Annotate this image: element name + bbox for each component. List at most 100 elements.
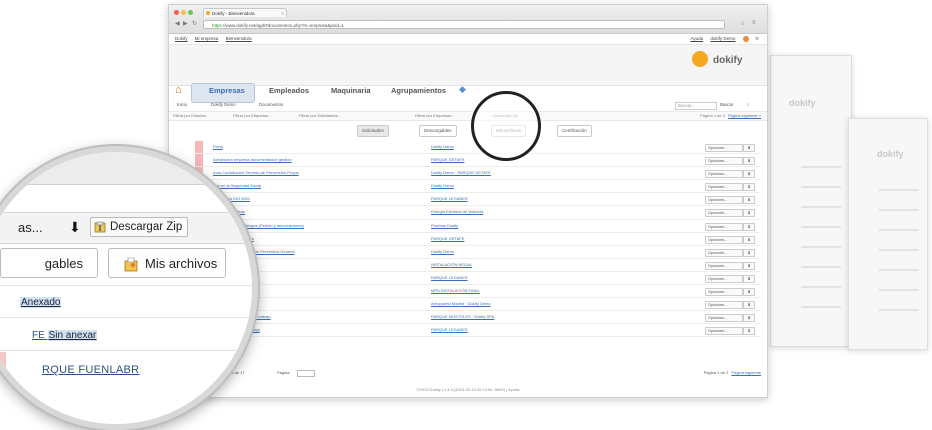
tab-descargables[interactable]: Descargables [419, 125, 457, 137]
row-download-icon[interactable]: ⬇ [743, 261, 755, 270]
options-button[interactable]: Opciones... [705, 144, 743, 152]
settings-gear-icon[interactable]: ⚙ [755, 36, 759, 41]
organization-link[interactable]: Dokify Demo [431, 246, 454, 258]
address-bar[interactable]: https://www.dokify.net/agd/#documentos.p… [203, 20, 725, 29]
search-input[interactable]: Buscar... [675, 102, 717, 110]
filter-etiquetas[interactable]: Filtrar por Etiquetas... [233, 112, 271, 120]
organization-link[interactable]: PARQUE LEGANES [431, 193, 468, 205]
row-download-icon[interactable]: ⬇ [743, 235, 755, 244]
download-zip-button[interactable]: Descargar Zip [90, 217, 189, 237]
organization-link[interactable]: Aeropuerto Madrid · Dokify Demo [431, 298, 491, 310]
organization-link[interactable]: PARQUE LEGANES [431, 324, 468, 336]
options-button[interactable]: Opciones... [705, 274, 743, 283]
options-button[interactable]: Opciones... [705, 327, 743, 336]
row-download-icon[interactable]: ⬇ [743, 209, 755, 218]
magnifier-lens: as... ⬇ Descargar Zip gables Mis archivo… [0, 146, 258, 430]
user-link[interactable]: dokify Demo [710, 36, 735, 41]
next-page-link[interactable]: Página siguiente » [728, 113, 761, 118]
maximize-window-button[interactable] [188, 10, 193, 15]
menu-icon[interactable]: ≡ [752, 20, 756, 26]
organization-link[interactable]: Dokify Demo · PARQUE GETAFE [431, 167, 491, 179]
table-row: Formación TC2INSTALACIÓN NEGALOpciones..… [195, 258, 761, 272]
organization-link[interactable]: INSTALACIÓN NEGAL [431, 259, 472, 271]
tab-certificacion[interactable]: Certificación [557, 125, 592, 137]
close-window-button[interactable] [174, 10, 179, 15]
organization-link[interactable]: Dokify Demo [431, 141, 454, 153]
breadcrumb-documentos[interactable]: Documentos [259, 101, 283, 109]
options-button[interactable]: Opciones... [705, 288, 743, 297]
filter-estados[interactable]: Filtrar por Estados... [173, 112, 209, 120]
row-download-icon[interactable]: ⬇ [743, 314, 755, 323]
breadcrumb-inicio[interactable]: Inicio [177, 101, 187, 109]
next-page-bottom-link[interactable]: Página siguiente [731, 370, 761, 375]
row-download-icon[interactable]: ⬇ [743, 301, 755, 310]
organization-link[interactable]: PARQUE MOSTOLES · Dokify SPA [431, 311, 494, 323]
organization-link[interactable]: MPD INSTALACIÓN FINAL [431, 285, 480, 297]
pagination-bottom: Página 1 de 2 Página siguiente [704, 369, 761, 377]
options-button[interactable]: Opciones... [705, 209, 743, 218]
mis-archivos-label: Mis archivos [145, 256, 218, 271]
close-tab-icon[interactable]: × [281, 9, 284, 18]
topbar-link-dokify[interactable]: Dokify [175, 36, 188, 41]
tab-solicitudes[interactable]: Solicitudes [357, 125, 389, 137]
row-download-icon[interactable]: ⬇ [743, 274, 755, 283]
back-icon[interactable]: ◀ [175, 20, 180, 27]
minimize-window-button[interactable] [181, 10, 186, 15]
breadcrumb-dokify-demo[interactable]: Dokify Demo [211, 101, 236, 109]
nav-maquinaria[interactable]: Maquinaria [331, 86, 371, 95]
topbar-link-bienvenido[interactable]: Bienvenido/a [226, 36, 252, 41]
page-input[interactable] [297, 370, 315, 377]
reload-icon[interactable]: ↻ [192, 20, 197, 27]
row-download-icon[interactable]: ⬇ [743, 288, 755, 297]
options-button[interactable]: Opciones... [705, 170, 743, 179]
row2-prefix[interactable]: FE [32, 330, 45, 341]
row-download-icon[interactable]: ⬇ [743, 248, 755, 257]
row-download-icon[interactable]: ⬇ [743, 157, 755, 166]
options-button[interactable]: Opciones... [705, 235, 743, 244]
table-row: Alta en la Seguridad Social Dokify Demo Op… [195, 180, 761, 194]
row-download-icon[interactable]: ⬇ [743, 183, 755, 192]
nav-agrupamientos[interactable]: Agrupamientos [391, 86, 446, 95]
options-button[interactable]: Opciones... [705, 183, 743, 192]
breadcrumb-bar: Inicio Dokify Demo Documentos Buscar... … [169, 101, 767, 110]
row-download-icon[interactable]: ⬇ [743, 144, 755, 152]
status-sin-anexar[interactable]: Sin anexar [47, 330, 98, 341]
magnified-tab-descargables[interactable]: gables [0, 248, 98, 278]
row-download-icon[interactable]: ⬇ [743, 327, 755, 336]
options-button[interactable]: Opciones... [705, 314, 743, 323]
bookmark-star-icon[interactable]: ☆ [740, 20, 745, 27]
filter-empresas[interactable]: Filtrar por Empresas... [415, 112, 455, 120]
home-icon[interactable]: ⌂ [175, 84, 182, 96]
row-download-icon[interactable]: ⬇ [743, 170, 755, 179]
options-button[interactable]: Opciones... [705, 248, 743, 257]
status-anexado[interactable]: Anexado [20, 297, 62, 308]
forward-icon[interactable]: ▶ [183, 20, 188, 27]
filter-solicitantes[interactable]: Filtrar por Solicitantes... [299, 112, 341, 120]
organization-link[interactable]: PARQUE LEGANES [431, 272, 468, 284]
table-row: Aceptación empresa documentación gestión… [195, 154, 761, 168]
topbar-link-mi-empresa[interactable]: Mi empresa [195, 36, 219, 41]
organization-link[interactable]: Pruebas Dokify [431, 220, 458, 232]
search-button[interactable]: Buscar [720, 101, 733, 109]
options-button[interactable]: Opciones... [705, 301, 743, 310]
browser-tab[interactable]: Dokify - Bienvenido/a × [203, 8, 287, 17]
zoom-focus-circle [471, 91, 541, 161]
notification-icon[interactable] [742, 35, 749, 42]
search-icon[interactable]: ⌕ [747, 101, 749, 109]
help-link[interactable]: Ayuda [690, 36, 703, 41]
magnified-row-3[interactable]: RQUE FUENLABR [42, 364, 139, 376]
row-download-icon[interactable]: ⬇ [743, 196, 755, 205]
nav-empleados[interactable]: Empleados [269, 86, 309, 95]
organization-link[interactable]: PARQUE GETAFE [431, 154, 464, 166]
organization-link[interactable]: Energía Eléctrica de Valencia [431, 206, 483, 218]
options-button[interactable]: Opciones... [705, 196, 743, 205]
organization-link[interactable]: Dokify Demo [431, 180, 454, 192]
nav-empresas[interactable]: Empresas [209, 86, 245, 95]
organization-link[interactable]: PARQUE GETAFE [431, 233, 464, 245]
nav-extra-icon[interactable]: ◆ [459, 84, 466, 95]
options-button[interactable]: Opciones... [705, 222, 743, 231]
row-download-icon[interactable]: ⬇ [743, 222, 755, 231]
options-button[interactable]: Opciones... [705, 261, 743, 270]
options-button[interactable]: Opciones... [705, 157, 743, 166]
magnified-tab-mis-archivos[interactable]: Mis archivos [108, 248, 226, 278]
